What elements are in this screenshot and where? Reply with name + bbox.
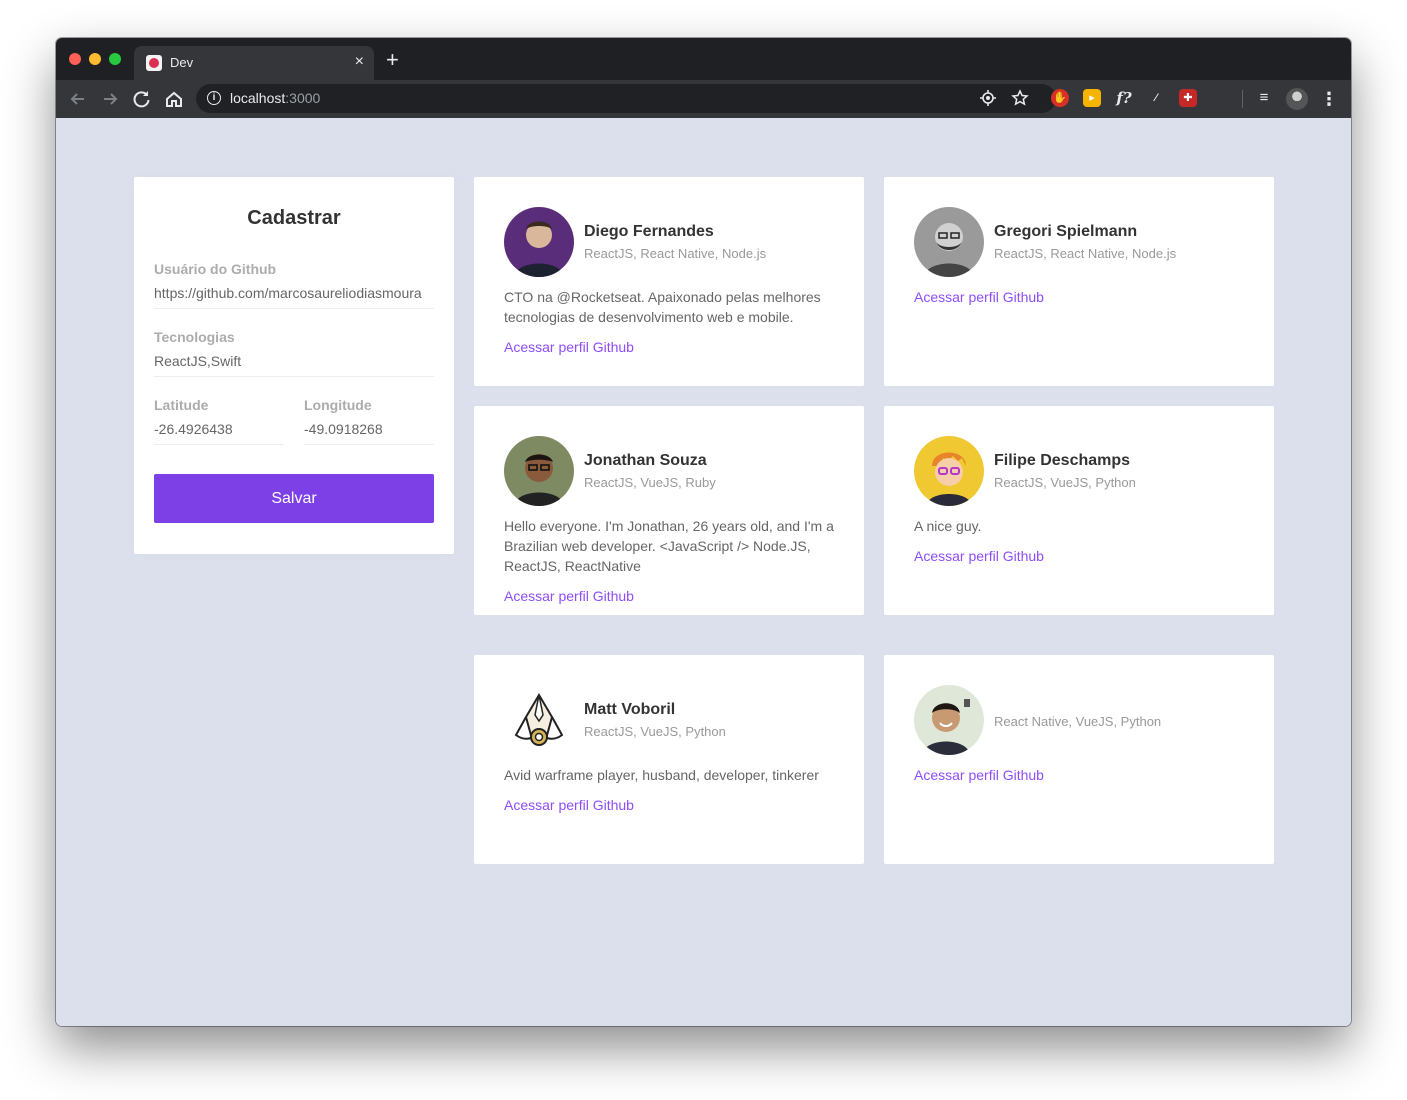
github-input[interactable] — [154, 277, 434, 309]
github-label: Usuário do Github — [154, 261, 277, 277]
dev-techs: ReactJS, VueJS, Python — [584, 724, 726, 739]
media-queue-icon[interactable]: ≡ — [1255, 89, 1273, 107]
dev-card: React Native, VueJS, Python Acessar perf… — [884, 655, 1274, 864]
avatar — [914, 436, 984, 506]
browser-toolbar: i localhost:3000 ✋ ▸ f? ⁄ ✚ ≡ ⋮ — [56, 80, 1351, 118]
dev-name: Filipe Deschamps — [994, 452, 1131, 469]
github-field: Usuário do Github — [154, 261, 434, 309]
toolbar-divider — [1242, 90, 1243, 108]
back-icon[interactable] — [65, 86, 91, 112]
browser-tab[interactable]: Dev × — [134, 46, 374, 80]
tab-bar: Dev × + — [56, 38, 1351, 80]
latitude-label: Latitude — [154, 397, 209, 413]
register-form: Cadastrar Usuário do Github Tecnologias … — [134, 177, 454, 554]
github-profile-link[interactable]: Acessar perfil Github — [504, 797, 634, 813]
dev-bio: A nice guy. — [914, 518, 982, 534]
favicon-icon — [146, 55, 162, 71]
location-icon[interactable] — [978, 88, 998, 108]
avatar[interactable] — [1286, 88, 1308, 110]
menu-dots-icon[interactable]: ⋮ — [1320, 86, 1338, 112]
dev-bio: Hello everyone. I'm Jonathan, 26 years o… — [504, 518, 834, 574]
dev-techs: React Native, VueJS, Python — [994, 714, 1162, 729]
extension-font-icon[interactable]: f? — [1115, 89, 1133, 107]
techs-field: Tecnologias — [154, 329, 434, 377]
dev-name: Diego Fernandes — [584, 223, 714, 240]
minimize-window-button[interactable] — [89, 53, 101, 65]
home-icon[interactable] — [161, 86, 187, 112]
form-title: Cadastrar — [247, 207, 341, 229]
browser-window: Dev × + i localhost:3000 ✋ ▸ f? ⁄ ✚ ≡ ⋮ … — [56, 38, 1351, 1026]
extension-slides-icon[interactable]: ▸ — [1083, 89, 1101, 107]
extension-adblock-icon[interactable]: ✋ — [1051, 89, 1069, 107]
info-icon[interactable]: i — [207, 91, 221, 105]
avatar — [504, 207, 574, 277]
dev-techs: ReactJS, React Native, Node.js — [584, 246, 767, 261]
dev-card: Diego Fernandes ReactJS, React Native, N… — [474, 177, 864, 386]
techs-label: Tecnologias — [154, 329, 235, 345]
url-text[interactable]: localhost:3000 — [230, 90, 320, 106]
page-content: Cadastrar Usuário do Github Tecnologias … — [56, 118, 1351, 1026]
dev-name: Matt Voboril — [584, 701, 676, 718]
avatar — [504, 685, 574, 755]
github-profile-link[interactable]: Acessar perfil Github — [914, 289, 1044, 305]
save-button[interactable]: Salvar — [154, 474, 434, 523]
close-window-button[interactable] — [69, 53, 81, 65]
dev-techs: ReactJS, VueJS, Ruby — [584, 475, 716, 490]
dev-techs: ReactJS, React Native, Node.js — [994, 246, 1177, 261]
star-icon[interactable] — [1010, 88, 1030, 108]
avatar — [914, 207, 984, 277]
github-profile-link[interactable]: Acessar perfil Github — [504, 588, 634, 604]
techs-input[interactable] — [154, 345, 434, 377]
dev-name: Gregori Spielmann — [994, 223, 1138, 240]
dev-name: Jonathan Souza — [584, 452, 707, 469]
extension-pen-icon[interactable]: ⁄ — [1147, 89, 1165, 107]
dev-card: Gregori Spielmann ReactJS, React Native,… — [884, 177, 1274, 386]
github-profile-link[interactable]: Acessar perfil Github — [914, 767, 1044, 783]
tab-close-button[interactable]: × — [355, 52, 364, 72]
address-bar[interactable]: i localhost:3000 — [196, 84, 1056, 113]
dev-bio: Avid warframe player, husband, developer… — [504, 767, 819, 783]
avatar — [914, 685, 984, 755]
extension-red-icon[interactable]: ✚ — [1179, 89, 1197, 107]
longitude-input[interactable] — [304, 413, 434, 445]
dev-card: Jonathan Souza ReactJS, VueJS, Ruby Hell… — [474, 406, 864, 615]
tab-title: Dev — [170, 55, 194, 70]
maximize-window-button[interactable] — [109, 53, 121, 65]
dev-bio: CTO na @Rocketseat. Apaixonado pelas mel… — [504, 289, 821, 325]
avatar — [504, 436, 574, 506]
latitude-input[interactable] — [154, 413, 284, 445]
dev-card: Filipe Deschamps ReactJS, VueJS, Python … — [884, 406, 1274, 615]
new-tab-button[interactable]: + — [386, 49, 399, 71]
forward-icon[interactable] — [97, 86, 123, 112]
github-profile-link[interactable]: Acessar perfil Github — [914, 548, 1044, 564]
dev-techs: ReactJS, VueJS, Python — [994, 475, 1136, 490]
github-profile-link[interactable]: Acessar perfil Github — [504, 339, 634, 355]
reload-icon[interactable] — [129, 86, 155, 112]
longitude-field: Longitude — [304, 397, 434, 445]
longitude-label: Longitude — [304, 397, 372, 413]
latitude-field: Latitude — [154, 397, 284, 445]
dev-card: Matt Voboril ReactJS, VueJS, Python Avid… — [474, 655, 864, 864]
